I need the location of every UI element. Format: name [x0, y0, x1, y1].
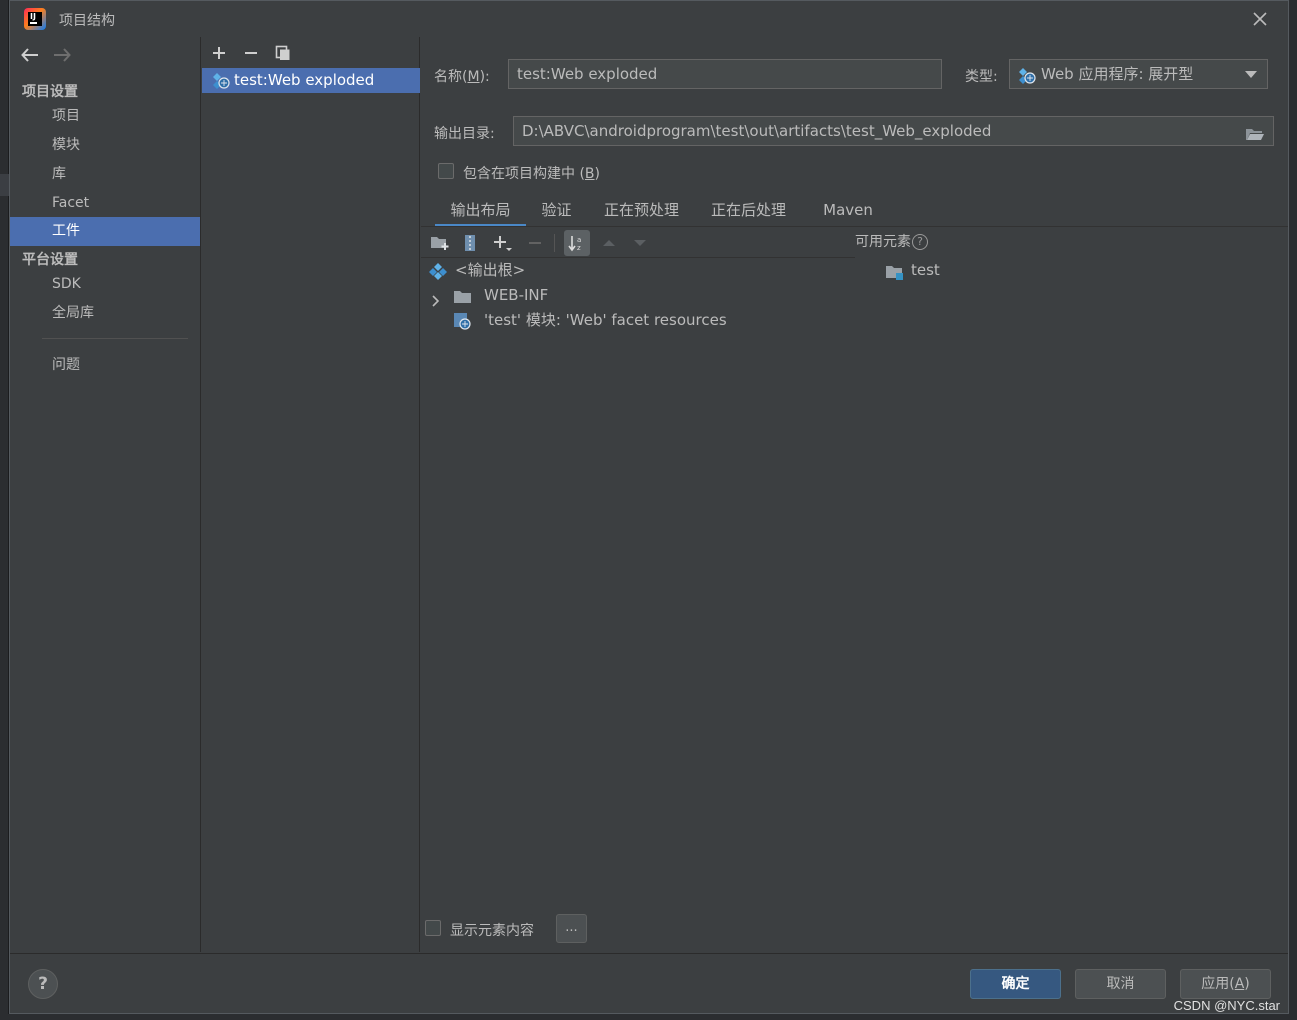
add-artifact-button[interactable]	[207, 41, 231, 65]
add-copy-of-button[interactable]	[490, 230, 516, 256]
settings-sidebar: 项目设置 项目 模块 库 Facet 工件 平台设置 SDK 全局库 问题	[10, 37, 201, 952]
triangle-down-icon	[634, 240, 646, 246]
create-directory-button[interactable]	[427, 230, 453, 256]
open-folder-icon	[1246, 129, 1264, 140]
type-select[interactable]: Web 应用程序: 展开型	[1009, 59, 1268, 89]
tabs-divider	[421, 226, 1288, 227]
artifact-editor: 名称(M): test:Web exploded 类型: Web 应用程序: 展…	[421, 37, 1288, 952]
cancel-button[interactable]: 取消	[1075, 969, 1166, 999]
name-label: 名称(M):	[434, 69, 490, 85]
tree-item-label: WEB-INF	[484, 286, 549, 304]
close-button[interactable]	[1248, 7, 1272, 31]
tree-item-web-inf[interactable]: WEB-INF	[429, 283, 849, 308]
sidebar-item-project[interactable]: 项目	[10, 102, 200, 131]
svg-text:a: a	[577, 236, 581, 244]
question-icon[interactable]: ?	[912, 234, 928, 250]
tab-output-layout[interactable]: 输出布局	[435, 195, 526, 227]
module-folder-icon	[885, 263, 905, 288]
toolbar-separator	[554, 234, 555, 252]
remove-element-button[interactable]	[522, 230, 548, 256]
help-button[interactable]: ?	[28, 969, 58, 999]
tree-item-label: 'test' 模块: 'Web' facet resources	[484, 311, 727, 329]
window-title: 项目结构	[59, 13, 115, 29]
arrow-left-icon	[21, 48, 38, 62]
dialog-button-bar: ? 确定 取消 应用(A)	[10, 953, 1288, 1013]
background-window-edge-right	[1289, 0, 1297, 1020]
chevron-down-icon	[1245, 71, 1257, 78]
background-window-edge-left	[0, 0, 9, 1020]
section-project-settings: 项目设置	[22, 84, 78, 100]
title-bar: 项目结构	[10, 1, 1288, 37]
sidebar-item-artifacts[interactable]: 工件	[10, 217, 200, 246]
tab-pre-processing[interactable]: 正在预处理	[595, 195, 688, 227]
minus-icon	[245, 52, 257, 54]
remove-artifact-button[interactable]	[239, 41, 263, 65]
include-in-build-label: 包含在项目构建中 (B)	[463, 166, 600, 182]
sort-alphabetically-icon: az	[568, 236, 581, 252]
sidebar-item-global-libraries[interactable]: 全局库	[10, 299, 200, 328]
tree-item-output-root[interactable]: <输出根>	[429, 258, 849, 283]
intellij-logo-icon	[24, 8, 46, 30]
copy-icon	[275, 45, 290, 60]
sidebar-item-sdk[interactable]: SDK	[10, 270, 200, 299]
show-content-label: 显示元素内容	[450, 923, 534, 939]
create-archive-button[interactable]	[457, 230, 483, 256]
output-directory-label: 输出目录:	[434, 126, 495, 142]
move-down-button[interactable]	[627, 230, 653, 256]
artifacts-panel: test:Web exploded	[202, 37, 420, 952]
available-item-label: test	[911, 261, 940, 279]
type-label: 类型:	[965, 69, 998, 85]
show-content-checkbox[interactable]	[425, 920, 441, 936]
background-window-marker	[0, 174, 9, 196]
name-input[interactable]: test:Web exploded	[508, 59, 942, 89]
watermark: CSDN @NYC.star	[1173, 998, 1280, 1013]
sidebar-item-modules[interactable]: 模块	[10, 131, 200, 160]
include-in-build-checkbox[interactable]	[438, 163, 454, 179]
type-select-value: Web 应用程序: 展开型	[1041, 65, 1194, 83]
tree-item-label: <输出根>	[455, 261, 526, 279]
output-directory-value: D:\ABVC\androidprogram\test\out\artifact…	[522, 122, 992, 140]
show-content-options-button[interactable]: ...	[556, 914, 587, 943]
available-item-test[interactable]: test	[885, 258, 1275, 283]
output-layout-toolbar: az	[421, 228, 855, 258]
sidebar-item-facets[interactable]: Facet	[10, 189, 200, 218]
available-elements-title: 可用元素?	[855, 231, 928, 251]
sidebar-divider	[42, 338, 188, 339]
tab-maven[interactable]: Maven	[817, 195, 879, 227]
tab-post-processing[interactable]: 正在后处理	[702, 195, 795, 227]
plus-dropdown-icon	[494, 236, 512, 251]
svg-text:z: z	[577, 244, 581, 252]
close-icon	[1253, 12, 1267, 26]
section-platform-settings: 平台设置	[22, 252, 78, 268]
sidebar-item-libraries[interactable]: 库	[10, 160, 200, 189]
web-artifact-icon	[212, 72, 230, 98]
background-window-edge-bottom	[0, 1014, 1297, 1020]
browse-folder-button[interactable]	[1245, 123, 1265, 151]
sidebar-item-problems[interactable]: 问题	[10, 351, 200, 380]
back-button[interactable]	[18, 43, 42, 67]
copy-artifact-button[interactable]	[271, 41, 295, 65]
sort-elements-button[interactable]: az	[564, 230, 590, 256]
output-directory-input[interactable]: D:\ABVC\androidprogram\test\out\artifact…	[513, 116, 1274, 146]
tab-validation[interactable]: 验证	[534, 195, 579, 227]
web-facet-icon	[453, 312, 471, 338]
plus-icon	[213, 47, 225, 59]
archive-icon	[465, 235, 475, 251]
apply-button[interactable]: 应用(A)	[1180, 969, 1271, 999]
project-structure-dialog: 项目结构 项目设置 项目 模块 库 Facet 工件 平台设置 SDK 全局库 …	[9, 0, 1289, 1014]
web-artifact-icon	[1018, 66, 1036, 94]
move-up-button[interactable]	[596, 230, 622, 256]
new-folder-icon	[431, 237, 449, 250]
minus-icon	[529, 242, 541, 244]
forward-button[interactable]	[50, 43, 74, 67]
ok-button[interactable]: 确定	[970, 969, 1061, 999]
tree-item-web-facet-resources[interactable]: 'test' 模块: 'Web' facet resources	[429, 308, 849, 333]
artifact-item-test-web-exploded[interactable]: test:Web exploded	[202, 68, 420, 93]
artifact-item-label: test:Web exploded	[234, 71, 375, 89]
triangle-up-icon	[603, 240, 615, 246]
arrow-right-icon	[54, 48, 71, 62]
